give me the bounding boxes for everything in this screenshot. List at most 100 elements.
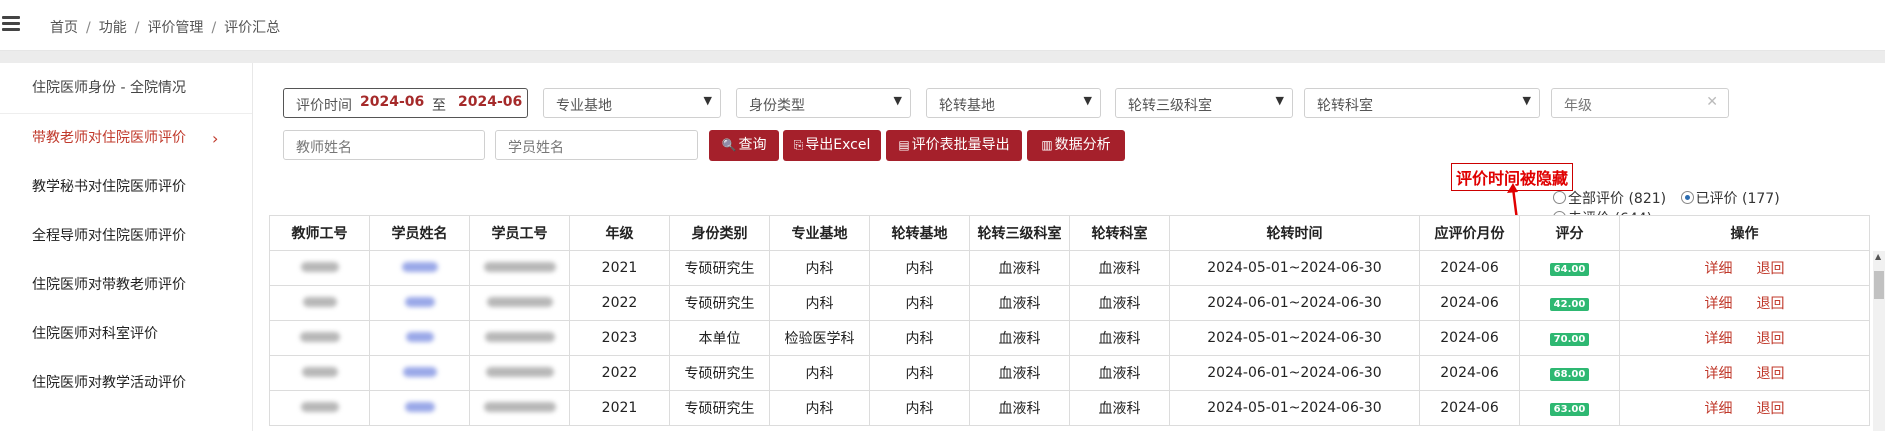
sidebar-item-resident-to-activity[interactable]: 住院医师对教学活动评价	[0, 359, 252, 408]
redacted-student-name[interactable]	[402, 367, 437, 377]
score-badge: 42.00	[1549, 298, 1590, 311]
student-id-cell	[469, 355, 570, 391]
student-name-input[interactable]: 学员姓名	[495, 130, 698, 160]
return-link[interactable]: 退回	[1757, 261, 1785, 277]
col-rotation-dept3: 轮转三级科室	[969, 215, 1070, 251]
identity-cell: 专硕研究生	[669, 390, 770, 426]
col-rotation-dept: 轮转科室	[1069, 215, 1170, 251]
identity-cell: 专硕研究生	[669, 355, 770, 391]
actions-cell: 详细 退回	[1619, 355, 1870, 391]
rotation-dept-select[interactable]: 轮转科室 ▼	[1304, 88, 1540, 118]
col-rotation-period: 轮转时间	[1169, 215, 1420, 251]
date-from[interactable]: 2024-06	[360, 94, 424, 110]
return-link[interactable]: 退回	[1757, 331, 1785, 347]
redacted-student-name[interactable]	[405, 332, 434, 342]
redacted-student-id	[483, 262, 556, 272]
student-id-cell	[469, 250, 570, 286]
data-analysis-button[interactable]: ▥ 数据分析	[1027, 130, 1125, 161]
table-row: 2023 本单位 检验医学科 内科 血液科 血液科 2024-05-01~2024-06-3…	[269, 320, 1870, 356]
student-name-cell	[369, 285, 470, 321]
detail-link[interactable]: 详细	[1705, 366, 1733, 382]
chevron-down-icon: ▼	[703, 94, 712, 107]
col-actions: 操作	[1619, 215, 1870, 251]
col-student-name: 学员姓名	[369, 215, 470, 251]
chevron-down-icon: ▼	[1083, 94, 1092, 107]
table-scrollbar[interactable]: ▲	[1873, 251, 1885, 431]
sidebar-item-secretary-to-resident[interactable]: 教学秘书对住院医师评价	[0, 163, 252, 212]
rotation-dept3-cell: 血液科	[969, 355, 1070, 391]
score-badge: 64.00	[1549, 263, 1590, 276]
sidebar-item-label: 全程导师对住院医师评价	[32, 228, 186, 244]
rotation-dept-cell: 血液科	[1069, 320, 1170, 356]
sidebar-item-resident-to-teacher[interactable]: 住院医师对带教老师评价	[0, 261, 252, 310]
grade-input[interactable]: 年级 ✕	[1551, 88, 1729, 118]
major-base-select[interactable]: 专业基地 ▼	[543, 88, 721, 118]
identity-type-value: 身份类型	[749, 98, 805, 114]
detail-link[interactable]: 详细	[1705, 401, 1733, 417]
redacted-student-name[interactable]	[401, 262, 438, 272]
breadcrumb-eval-mgmt[interactable]: 评价管理	[147, 20, 203, 36]
teacher-id-cell	[269, 320, 370, 356]
student-name-cell	[369, 250, 470, 286]
redacted-student-id	[484, 332, 555, 342]
scrollbar-thumb[interactable]	[1874, 271, 1884, 299]
chevron-down-icon: ▼	[893, 94, 902, 107]
student-id-cell	[469, 390, 570, 426]
hamburger-icon[interactable]	[2, 16, 20, 32]
redacted-teacher-id	[299, 332, 340, 342]
redacted-student-name[interactable]	[404, 297, 435, 307]
return-link[interactable]: 退回	[1757, 296, 1785, 312]
breadcrumb-function[interactable]: 功能	[99, 20, 127, 36]
rotation-dept3-cell: 血液科	[969, 250, 1070, 286]
scroll-up-icon[interactable]: ▲	[1875, 252, 1881, 261]
return-link[interactable]: 退回	[1757, 401, 1785, 417]
teacher-id-cell	[269, 250, 370, 286]
export-excel-button[interactable]: ⎘ 导出Excel	[783, 130, 881, 161]
major-base-cell: 内科	[769, 355, 870, 391]
teacher-name-input[interactable]: 教师姓名	[283, 130, 485, 160]
radio-evaluated-label: 已评价 (177)	[1695, 191, 1780, 207]
rotation-base-cell: 内科	[869, 390, 970, 426]
rotation-dept3-cell: 血液科	[969, 285, 1070, 321]
sidebar-item-label: 带教老师对住院医师评价	[32, 130, 186, 146]
date-separator: 至	[432, 98, 446, 114]
rotation-base-cell: 内科	[869, 285, 970, 321]
rotation-dept-cell: 血液科	[1069, 390, 1170, 426]
identity-cell: 专硕研究生	[669, 250, 770, 286]
teacher-id-cell	[269, 390, 370, 426]
eval-month-cell: 2024-06	[1419, 320, 1520, 356]
grade-placeholder: 年级	[1564, 98, 1592, 114]
detail-link[interactable]: 详细	[1705, 331, 1733, 347]
teacher-id-cell	[269, 285, 370, 321]
student-name-cell	[369, 320, 470, 356]
major-base-value: 专业基地	[556, 98, 612, 114]
sidebar-item-teacher-to-resident[interactable]: 带教老师对住院医师评价 ›	[0, 114, 252, 163]
sidebar-item-mentor-to-resident[interactable]: 全程导师对住院医师评价	[0, 212, 252, 261]
sidebar-item-label: 住院医师对教学活动评价	[32, 375, 186, 391]
col-grade: 年级	[569, 215, 670, 251]
radio-evaluated[interactable]: 已评价 (177)	[1680, 188, 1780, 208]
batch-export-button[interactable]: ▤ 评价表批量导出	[886, 130, 1022, 161]
rotation-dept3-cell: 血液科	[969, 390, 1070, 426]
radio-checked-icon	[1680, 191, 1694, 204]
sidebar-item-resident-to-dept[interactable]: 住院医师对科室评价	[0, 310, 252, 359]
date-to[interactable]: 2024-06	[458, 94, 522, 110]
radio-all[interactable]: 全部评价 (821)	[1553, 188, 1666, 208]
eval-date-range[interactable]: 评价时间 2024-06 至 2024-06	[283, 88, 528, 118]
clear-icon[interactable]: ✕	[1706, 94, 1718, 110]
rotation-base-select[interactable]: 轮转基地 ▼	[926, 88, 1101, 118]
rotation-dept3-select[interactable]: 轮转三级科室 ▼	[1115, 88, 1293, 118]
return-link[interactable]: 退回	[1757, 366, 1785, 382]
rotation-base-cell: 内科	[869, 355, 970, 391]
detail-link[interactable]: 详细	[1705, 296, 1733, 312]
data-analysis-label: 数据分析	[1054, 137, 1111, 153]
pdf-icon: ▤	[898, 138, 910, 152]
score-cell: 70.00	[1519, 320, 1620, 356]
actions-cell: 详细 退回	[1619, 390, 1870, 426]
redacted-student-name[interactable]	[404, 402, 435, 412]
breadcrumb-home[interactable]: 首页	[50, 20, 78, 36]
identity-type-select[interactable]: 身份类型 ▼	[736, 88, 911, 118]
query-button[interactable]: 🔍 查询	[709, 130, 779, 161]
detail-link[interactable]: 详细	[1705, 261, 1733, 277]
score-badge: 70.00	[1549, 333, 1590, 346]
